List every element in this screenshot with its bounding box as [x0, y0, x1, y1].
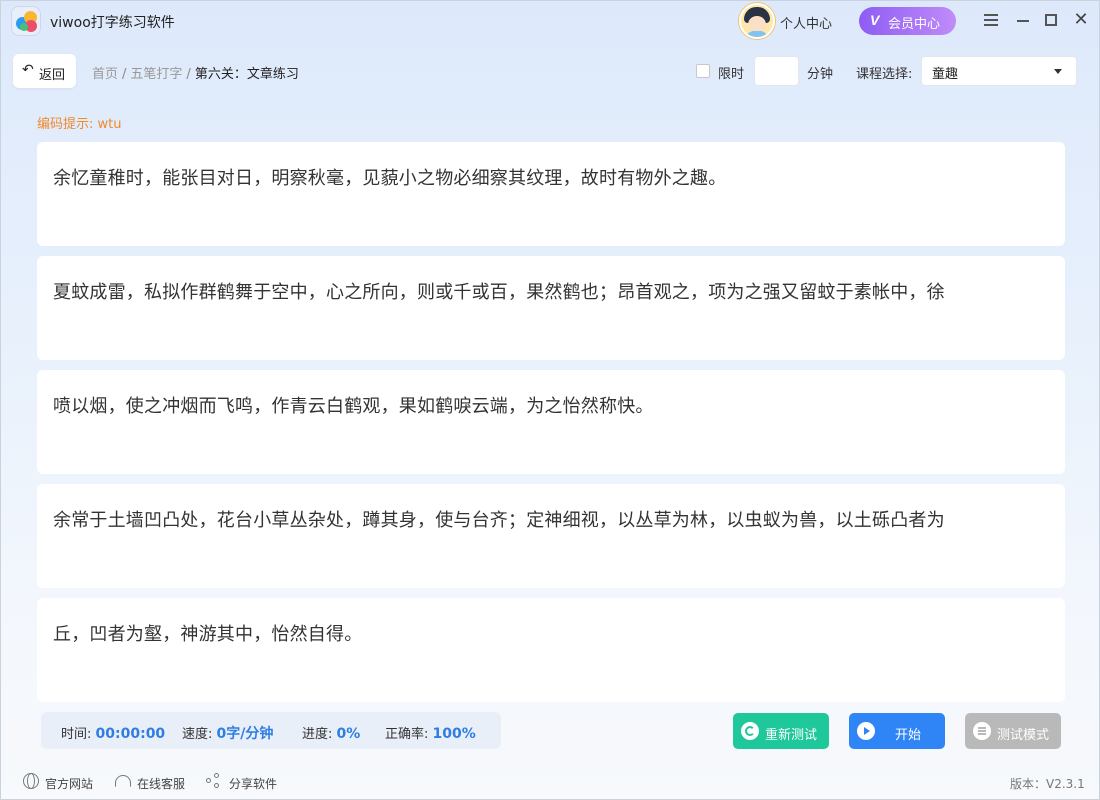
stat-speed-value: 0字/分钟 [216, 726, 274, 742]
practice-line-card[interactable]: 余忆童稚时，能张目对日，明察秋毫，见藐小之物必细察其纹理，故时有物外之趣。 [37, 142, 1065, 246]
test-mode-label: 测试模式 [997, 727, 1050, 742]
stat-accuracy-label: 正确率: [385, 727, 429, 742]
practice-line-card[interactable]: 喷以烟，使之冲烟而飞鸣，作青云白鹤观，果如鹤唳云端，为之怡然称快。 [37, 370, 1065, 474]
time-limit-label: 限时 [718, 67, 745, 82]
breadcrumb-separator: / [186, 67, 191, 82]
globe-icon [23, 773, 39, 789]
personal-center-link[interactable]: 个人中心 [780, 13, 832, 32]
minimize-icon[interactable] [1014, 11, 1032, 29]
course-select-value: 童趣 [932, 67, 959, 82]
minutes-input[interactable] [754, 56, 799, 86]
maximize-icon[interactable] [1042, 11, 1060, 29]
chevron-down-icon [1054, 69, 1062, 74]
official-website-link[interactable]: 官方网站 [45, 775, 93, 792]
stat-progress: 进度: 0% [302, 723, 360, 742]
list-icon [973, 722, 991, 740]
back-arrow-icon: ↶ [22, 62, 34, 78]
share-icon [206, 773, 222, 789]
vip-v-icon: V [870, 12, 880, 28]
stat-time-value: 00:00:00 [95, 726, 166, 742]
breadcrumb-separator: / [122, 67, 127, 82]
retest-label: 重新测试 [765, 727, 818, 742]
menu-icon[interactable] [982, 11, 1000, 29]
headset-icon [115, 775, 131, 787]
play-icon [857, 722, 875, 740]
stat-speed: 速度: 0字/分钟 [182, 723, 273, 743]
back-label: 返回 [39, 68, 66, 83]
stat-progress-label: 进度: [302, 727, 333, 742]
practice-line-text: 夏蚊成雷，私拟作群鹤舞于空中，心之所向，则或千或百，果然鹤也；昂首观之，项为之强… [53, 282, 945, 303]
practice-line-text: 喷以烟，使之冲烟而飞鸣，作青云白鹤观，果如鹤唳云端，为之怡然称快。 [53, 396, 654, 417]
close-icon[interactable]: ✕ [1072, 11, 1090, 29]
time-limit-checkbox[interactable] [696, 64, 710, 78]
practice-line-text: 余忆童稚时，能张目对日，明察秋毫，见藐小之物必细察其纹理，故时有物外之趣。 [53, 168, 727, 189]
minutes-label: 分钟 [807, 67, 834, 82]
practice-line-card[interactable]: 夏蚊成雷，私拟作群鹤舞于空中，心之所向，则或千或百，果然鹤也；昂首观之，项为之强… [37, 256, 1065, 360]
stats-bar: 时间: 00:00:00 速度: 0字/分钟 进度: 0% 正确率: 100% [41, 712, 501, 749]
stat-time: 时间: 00:00:00 [61, 723, 165, 742]
app-logo-icon [11, 6, 41, 36]
online-support-link[interactable]: 在线客服 [137, 775, 185, 792]
test-mode-button[interactable]: 测试模式 [965, 713, 1061, 749]
retest-button[interactable]: 重新测试 [733, 713, 829, 749]
course-select-label: 课程选择: [856, 67, 913, 82]
breadcrumb-wubi[interactable]: 五笔打字 [130, 67, 182, 82]
stat-time-label: 时间: [61, 727, 92, 742]
avatar[interactable] [739, 3, 775, 39]
practice-line-text: 余常于土墙凹凸处，花台小草丛杂处，蹲其身，使与台齐；定神细视，以丛草为林，以虫蚁… [53, 510, 945, 531]
title-bar: viwoo打字练习软件 个人中心 V 会员中心 ✕ [1, 1, 1100, 41]
share-software-link[interactable]: 分享软件 [229, 775, 277, 792]
refresh-icon [741, 722, 759, 740]
stat-progress-value: 0% [336, 726, 361, 742]
back-button[interactable]: ↶ 返回 [13, 54, 76, 88]
breadcrumb-home[interactable]: 首页 [92, 67, 118, 82]
stat-speed-label: 速度: [182, 727, 213, 742]
vip-center-button[interactable]: V 会员中心 [859, 7, 956, 35]
vip-center-label: 会员中心 [888, 16, 941, 31]
course-select[interactable]: 童趣 [921, 56, 1077, 86]
app-title: viwoo打字练习软件 [50, 15, 175, 31]
stat-accuracy: 正确率: 100% [385, 723, 476, 742]
start-button[interactable]: 开始 [849, 713, 945, 749]
encoding-hint: 编码提示: wtu [37, 117, 122, 132]
breadcrumb-current: 第六关：文章练习 [194, 67, 299, 82]
breadcrumb: 首页 / 五笔打字 / 第六关：文章练习 [92, 63, 299, 82]
practice-line-card[interactable]: 余常于土墙凹凸处，花台小草丛杂处，蹲其身，使与台齐；定神细视，以丛草为林，以虫蚁… [37, 484, 1065, 588]
version-label: 版本：V2.3.1 [1010, 777, 1085, 791]
start-label: 开始 [895, 727, 922, 742]
practice-line-card[interactable]: 丘，凹者为壑，神游其中，怡然自得。 [37, 598, 1065, 702]
stat-accuracy-value: 100% [432, 726, 476, 742]
practice-line-text: 丘，凹者为壑，神游其中，怡然自得。 [53, 624, 363, 645]
